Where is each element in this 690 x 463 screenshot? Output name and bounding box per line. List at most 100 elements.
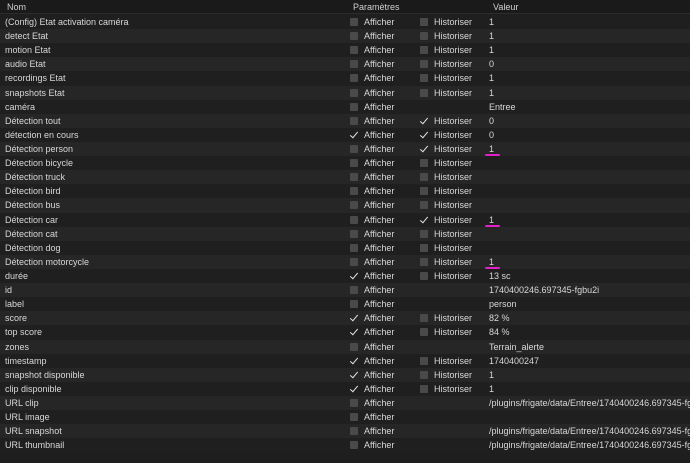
afficher-checkbox[interactable] (350, 385, 358, 393)
historiser-checkbox[interactable] (420, 229, 428, 238)
afficher-checkbox[interactable] (350, 144, 358, 153)
afficher-checkbox[interactable] (350, 371, 358, 379)
afficher-checkbox[interactable] (350, 32, 358, 41)
afficher-checkbox[interactable] (350, 229, 358, 238)
historiser-checkbox[interactable] (420, 384, 428, 393)
historiser-checkbox[interactable] (420, 46, 428, 55)
historiser-checkbox[interactable] (420, 145, 428, 153)
table-row: URL clip Afficher/plugins/frigate/data/En… (0, 395, 690, 411)
table-row: recordings Etat Afficher Historiser 1 (0, 71, 690, 86)
historiser-checkbox[interactable] (420, 370, 428, 379)
historiser-checkbox[interactable] (420, 356, 428, 365)
afficher-checkbox[interactable] (350, 102, 358, 111)
table-row: Détection dog Afficher Historiser (0, 240, 690, 255)
historiser-label: Historiser (434, 115, 473, 126)
row-value: /plugins/frigate/data/Entree/1740400246.… (489, 440, 690, 451)
afficher-label: Afficher (364, 228, 395, 239)
table-row: score Afficher Historiser 82 % (0, 311, 690, 326)
historiser-label: Historiser (434, 214, 473, 225)
historiser-checkbox[interactable] (420, 32, 428, 41)
row-name: zones (5, 341, 30, 352)
historiser-checkbox[interactable] (420, 60, 428, 69)
row-value: 0 (489, 115, 495, 126)
row-name: URL thumbnail (5, 440, 65, 451)
afficher-checkbox[interactable] (350, 60, 358, 69)
afficher-checkbox[interactable] (350, 88, 358, 97)
afficher-label: Afficher (364, 143, 395, 154)
row-name: détection en cours (5, 129, 79, 140)
afficher-checkbox[interactable] (350, 18, 358, 26)
table-row: URL image Afficher (0, 410, 690, 425)
afficher-checkbox[interactable] (350, 398, 358, 407)
afficher-checkbox[interactable] (350, 441, 358, 450)
afficher-checkbox[interactable] (350, 116, 358, 125)
historiser-label: Historiser (434, 87, 473, 98)
historiser-label: Historiser (434, 73, 473, 84)
historiser-label: Historiser (434, 369, 473, 380)
afficher-checkbox[interactable] (350, 257, 358, 266)
historiser-checkbox[interactable] (420, 257, 428, 266)
historiser-checkbox[interactable] (420, 74, 428, 83)
afficher-checkbox[interactable] (350, 314, 358, 322)
table-row: snapshot disponible Afficher Historiser 1 (0, 367, 690, 382)
afficher-checkbox[interactable] (350, 243, 358, 252)
row-name: URL snapshot (5, 426, 62, 437)
afficher-label: Afficher (364, 397, 395, 408)
historiser-checkbox[interactable] (420, 201, 428, 210)
afficher-checkbox[interactable] (350, 342, 358, 351)
afficher-label: Afficher (364, 440, 395, 451)
historiser-checkbox[interactable] (420, 131, 428, 139)
afficher-checkbox[interactable] (350, 413, 358, 422)
historiser-checkbox[interactable] (420, 314, 428, 323)
afficher-checkbox[interactable] (350, 173, 358, 182)
afficher-checkbox[interactable] (350, 131, 358, 139)
table-row: URL snapshot Afficher/plugins/frigate/dat… (0, 424, 690, 439)
afficher-checkbox[interactable] (350, 201, 358, 210)
afficher-checkbox[interactable] (350, 272, 358, 280)
row-value: 1 (489, 369, 495, 380)
afficher-checkbox[interactable] (350, 46, 358, 55)
historiser-checkbox[interactable] (420, 117, 428, 125)
row-name: recordings Etat (5, 73, 66, 84)
afficher-label: Afficher (364, 115, 395, 126)
table-row: Détection motorcycle Afficher Historiser 1 (0, 254, 690, 269)
historiser-label: Historiser (434, 242, 473, 253)
table-row: Détection person Afficher Historiser 1 (0, 141, 690, 157)
historiser-checkbox[interactable] (420, 271, 428, 280)
afficher-checkbox[interactable] (350, 328, 358, 336)
row-value: 1 (489, 45, 495, 56)
afficher-checkbox[interactable] (350, 74, 358, 83)
row-name: Détection motorcycle (5, 256, 90, 267)
afficher-label: Afficher (364, 214, 395, 225)
historiser-checkbox[interactable] (420, 159, 428, 168)
afficher-checkbox[interactable] (350, 187, 358, 196)
row-name: (Config) Etat activation caméra (5, 17, 129, 27)
afficher-checkbox[interactable] (350, 427, 358, 436)
row-name: Détection cat (5, 228, 58, 239)
historiser-checkbox[interactable] (420, 328, 428, 337)
table-row: timestamp Afficher Historiser 1740400247 (0, 353, 690, 368)
table-row: label Afficher person (0, 297, 690, 312)
historiser-checkbox[interactable] (420, 216, 428, 224)
afficher-label: Afficher (364, 73, 395, 84)
afficher-label: Afficher (364, 172, 395, 183)
afficher-checkbox[interactable] (350, 159, 358, 168)
historiser-checkbox[interactable] (420, 88, 428, 97)
table-row: Détection bicycle Afficher Historiser (0, 156, 690, 171)
table-row: Détection car Afficher Historiser 1 (0, 212, 690, 227)
historiser-label: Historiser (434, 270, 473, 281)
historiser-label: Historiser (434, 143, 473, 154)
row-value: 1 (489, 87, 495, 98)
historiser-checkbox[interactable] (420, 243, 428, 252)
afficher-checkbox[interactable] (350, 300, 358, 309)
row-name: Détection truck (5, 172, 66, 183)
historiser-checkbox[interactable] (420, 18, 428, 26)
historiser-checkbox[interactable] (420, 173, 428, 182)
row-name: score (5, 313, 28, 324)
afficher-checkbox[interactable] (350, 286, 358, 295)
historiser-checkbox[interactable] (420, 187, 428, 196)
table-row: motion Etat Afficher Historiser 1 (0, 43, 690, 58)
afficher-label: Afficher (364, 299, 395, 310)
afficher-checkbox[interactable] (350, 357, 358, 365)
afficher-checkbox[interactable] (350, 215, 358, 224)
